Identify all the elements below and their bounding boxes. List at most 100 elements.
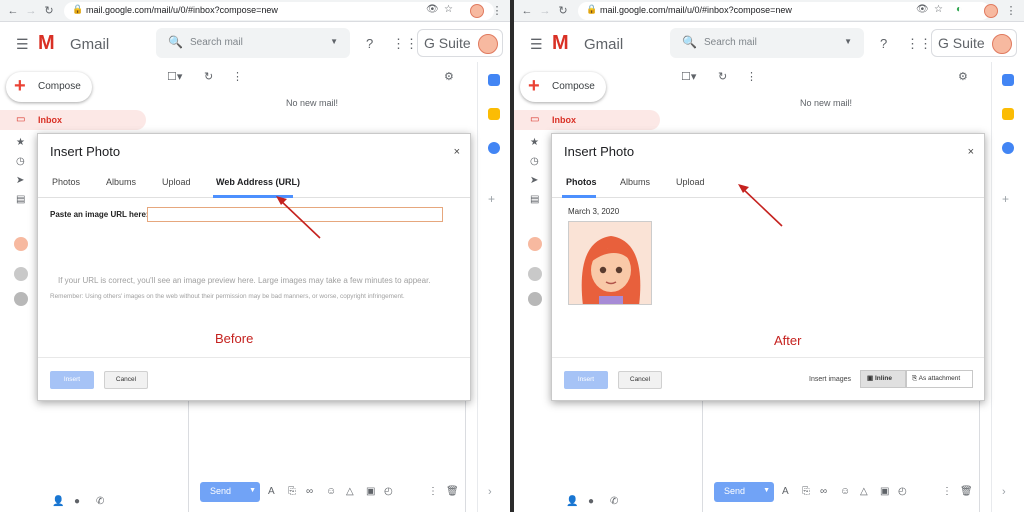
tasks-icon[interactable] (1002, 142, 1014, 154)
contact-avatar[interactable] (528, 267, 542, 281)
menu-icon[interactable]: ☰ (530, 36, 543, 53)
more-options-icon[interactable]: ⋮ (428, 486, 438, 497)
drafts-icon[interactable]: ▤ (16, 194, 25, 205)
expand-icon[interactable]: › (1002, 486, 1006, 498)
insert-button[interactable]: Insert (564, 371, 608, 389)
photo-thumbnail[interactable] (568, 221, 652, 305)
insert-button[interactable]: Insert (50, 371, 94, 389)
starred-icon[interactable]: ★ (530, 137, 539, 148)
contacts-icon[interactable]: 👤 (566, 496, 578, 507)
sidebar-item-inbox[interactable]: ▭ Inbox (0, 110, 146, 130)
emoji-icon[interactable]: ☺ (326, 486, 336, 497)
select-checkbox[interactable]: ☐▾ (167, 70, 182, 83)
send-options-icon[interactable]: ▼ (249, 487, 256, 494)
extension-icon[interactable]: ◐ (956, 4, 962, 15)
tab-photos[interactable]: Photos (566, 177, 597, 187)
more-actions-icon[interactable]: ⋮ (232, 70, 243, 83)
expand-icon[interactable]: › (488, 486, 492, 498)
gsuite-account[interactable]: G Suite (931, 29, 1017, 57)
contact-avatar[interactable] (528, 237, 542, 251)
gmail-logo-icon[interactable]: M (552, 32, 569, 55)
phone-icon[interactable]: ✆ (96, 496, 104, 507)
emoji-icon[interactable]: ☺ (840, 486, 850, 497)
profile-avatar[interactable] (984, 4, 998, 18)
address-bar[interactable]: 🔒 mail.google.com/mail/u/0/#inbox?compos… (64, 2, 494, 20)
help-icon[interactable]: ? (366, 36, 373, 51)
settings-gear-icon[interactable]: ⚙ (958, 70, 968, 83)
sidebar-item-inbox[interactable]: ▭ Inbox (514, 110, 660, 130)
hangouts-icon[interactable]: ● (74, 496, 80, 507)
calendar-icon[interactable] (488, 74, 500, 86)
confidential-icon[interactable]: ◴ (898, 486, 907, 497)
reload-icon[interactable]: ↻ (42, 3, 56, 19)
tab-photos[interactable]: Photos (52, 177, 80, 187)
compose-button[interactable]: + Compose (6, 72, 92, 102)
close-icon[interactable]: × (454, 146, 460, 158)
gsuite-account[interactable]: G Suite (417, 29, 503, 57)
formatting-icon[interactable]: A (782, 486, 789, 497)
back-icon[interactable]: ← (520, 3, 534, 19)
send-button[interactable]: Send ▼ (714, 482, 774, 502)
more-icon[interactable]: ⋮ (1004, 3, 1018, 19)
tasks-icon[interactable] (488, 142, 500, 154)
tab-albums[interactable]: Albums (106, 177, 136, 187)
attachment-option[interactable]: ⎘ As attachment (906, 370, 973, 388)
star-icon[interactable]: ☆ (934, 4, 943, 15)
starred-icon[interactable]: ★ (16, 137, 25, 148)
link-icon[interactable]: ∞ (820, 486, 827, 497)
gmail-logo-icon[interactable]: M (38, 32, 55, 55)
help-icon[interactable]: ? (880, 36, 887, 51)
apps-icon[interactable]: ⋮⋮ (392, 36, 418, 52)
attach-icon[interactable]: ⎘ (288, 486, 296, 497)
back-icon[interactable]: ← (6, 3, 20, 19)
search-options-icon[interactable]: ▼ (844, 37, 852, 46)
apps-icon[interactable]: ⋮⋮ (906, 36, 932, 52)
add-addon-icon[interactable]: + (488, 192, 495, 206)
attach-icon[interactable]: ⎘ (802, 486, 810, 497)
contact-avatar[interactable] (14, 237, 28, 251)
snoozed-icon[interactable]: ◷ (16, 156, 25, 167)
tab-web-address[interactable]: Web Address (URL) (216, 177, 300, 187)
forward-icon[interactable]: → (24, 3, 38, 19)
eye-icon[interactable]: 👁 (916, 4, 929, 15)
more-actions-icon[interactable]: ⋮ (746, 70, 757, 83)
formatting-icon[interactable]: A (268, 486, 275, 497)
tab-upload[interactable]: Upload (162, 177, 191, 187)
confidential-icon[interactable]: ◴ (384, 486, 393, 497)
search-input[interactable]: 🔍 Search mail ▼ (156, 28, 350, 58)
hangouts-icon[interactable]: ● (588, 496, 594, 507)
account-avatar[interactable] (478, 34, 498, 54)
sent-icon[interactable]: ➤ (530, 175, 538, 186)
drive-icon[interactable]: △ (346, 486, 354, 497)
search-input[interactable]: 🔍 Search mail ▼ (670, 28, 864, 58)
search-options-icon[interactable]: ▼ (330, 37, 338, 46)
link-icon[interactable]: ∞ (306, 486, 313, 497)
profile-avatar[interactable] (470, 4, 484, 18)
more-icon[interactable]: ⋮ (490, 3, 504, 19)
contacts-icon[interactable]: 👤 (52, 496, 64, 507)
keep-icon[interactable] (1002, 108, 1014, 120)
photo-icon[interactable]: ▣ (366, 486, 375, 497)
phone-icon[interactable]: ✆ (610, 496, 618, 507)
forward-icon[interactable]: → (538, 3, 552, 19)
select-checkbox[interactable]: ☐▾ (681, 70, 696, 83)
cancel-button[interactable]: Cancel (618, 371, 662, 389)
send-options-icon[interactable]: ▼ (763, 487, 770, 494)
photo-icon[interactable]: ▣ (880, 486, 889, 497)
menu-icon[interactable]: ☰ (16, 36, 29, 53)
contact-avatar[interactable] (14, 267, 28, 281)
keep-icon[interactable] (488, 108, 500, 120)
tab-albums[interactable]: Albums (620, 177, 650, 187)
cancel-button[interactable]: Cancel (104, 371, 148, 389)
drafts-icon[interactable]: ▤ (530, 194, 539, 205)
tab-upload[interactable]: Upload (676, 177, 705, 187)
eye-icon[interactable]: 👁 (426, 4, 439, 15)
inline-option[interactable]: ▣ Inline (860, 370, 906, 388)
discard-icon[interactable]: 🗑 (960, 486, 973, 497)
reload-icon[interactable]: ↻ (556, 3, 570, 19)
refresh-icon[interactable]: ↻ (204, 70, 213, 83)
compose-button[interactable]: + Compose (520, 72, 606, 102)
refresh-icon[interactable]: ↻ (718, 70, 727, 83)
discard-icon[interactable]: 🗑 (446, 486, 459, 497)
settings-gear-icon[interactable]: ⚙ (444, 70, 454, 83)
